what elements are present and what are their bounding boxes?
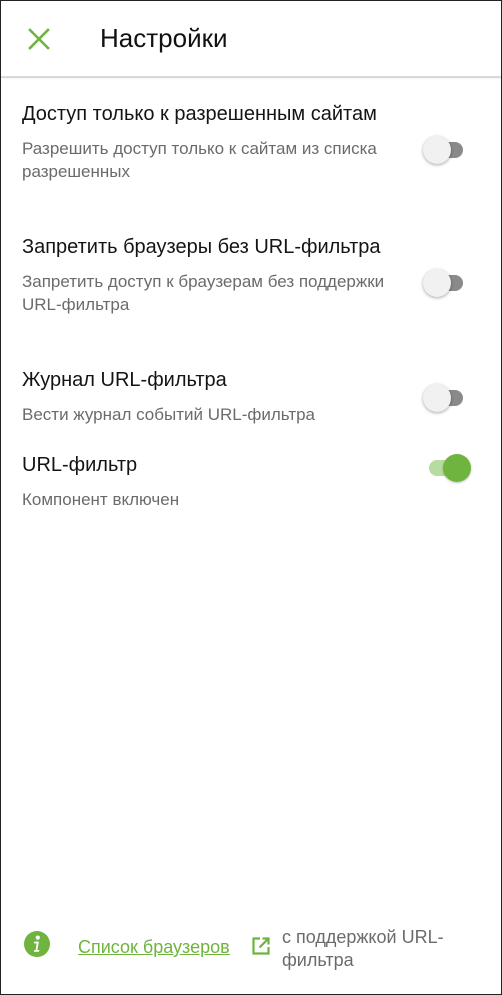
setting-subtitle: Вести журнал событий URL-фильтра	[22, 405, 316, 424]
setting-title: Доступ только к разрешенным сайтам	[22, 103, 377, 125]
setting-subtitle: Запретить доступ к браузерам без поддерж…	[22, 272, 385, 314]
setting-url-filter[interactable]: URL-фильтр Компонент включен	[1, 452, 501, 537]
url-filter-log-toggle[interactable]	[423, 384, 463, 412]
setting-allowed-sites-only[interactable]: Доступ только к разрешенным сайтам Разре…	[1, 101, 501, 234]
allowed-sites-only-toggle[interactable]	[423, 136, 463, 164]
block-browsers-toggle[interactable]	[423, 269, 463, 297]
setting-block-browsers-without-filter[interactable]: Запретить браузеры без URL-фильтра Запре…	[1, 234, 501, 367]
toggle-thumb	[443, 454, 471, 482]
page-title: Настройки	[100, 23, 228, 53]
setting-title: Запретить браузеры без URL-фильтра	[22, 236, 381, 258]
settings-list: Доступ только к разрешенным сайтам Разре…	[1, 101, 501, 537]
setting-subtitle: Разрешить доступ только к сайтам из спис…	[22, 139, 377, 181]
app-bar: Настройки	[1, 1, 501, 78]
footer-info: Список браузеров с поддержкой URL-фильтр…	[23, 926, 483, 970]
setting-title: URL-фильтр	[22, 454, 138, 476]
setting-title: Журнал URL-фильтра	[22, 369, 227, 391]
browser-list-link[interactable]: Список браузеров	[78, 935, 230, 959]
info-icon	[24, 931, 50, 957]
setting-subtitle: Компонент включен	[22, 490, 180, 509]
settings-screen: Настройки Доступ только к разрешенным са…	[0, 0, 502, 995]
setting-url-filter-log[interactable]: Журнал URL-фильтра Вести журнал событий …	[1, 367, 501, 452]
footer-description: с поддержкой URL-фильтра	[282, 927, 444, 970]
url-filter-toggle[interactable]	[429, 454, 471, 482]
toggle-thumb	[423, 136, 451, 164]
external-link-icon[interactable]	[251, 936, 271, 956]
close-icon	[28, 28, 50, 50]
close-button[interactable]	[19, 19, 59, 59]
toggle-thumb	[423, 384, 451, 412]
toggle-thumb	[423, 269, 451, 297]
